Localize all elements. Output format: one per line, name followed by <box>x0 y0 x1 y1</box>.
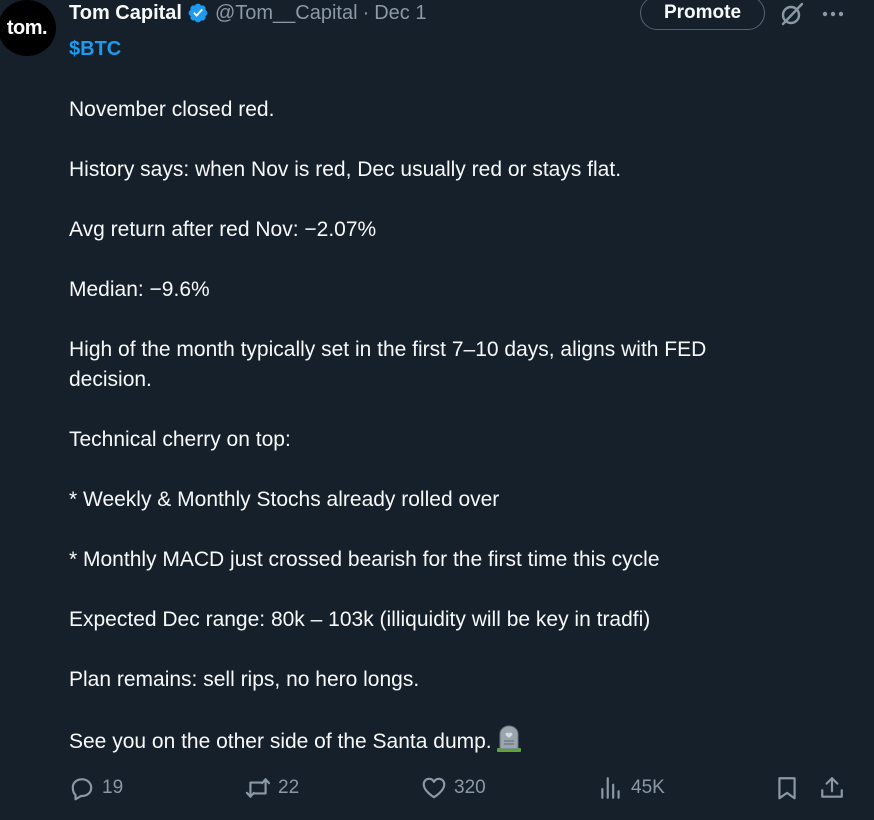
handle[interactable]: @Tom__Capital <box>215 2 358 25</box>
tweet-text-line: Technical cherry on top: <box>69 428 291 451</box>
like-button[interactable]: 320 <box>421 773 486 803</box>
avatar[interactable]: tom. <box>0 0 56 56</box>
tweet-text-line: Expected Dec range: 80k – 103k (illiquid… <box>69 608 651 631</box>
tweet-text-line: History says: when Nov is red, Dec usual… <box>69 158 622 181</box>
repost-count: 22 <box>278 777 300 798</box>
tweet-text-line: * Weekly & Monthly Stochs already rolled… <box>69 488 500 511</box>
tweet-text-line: November closed red. <box>69 98 275 121</box>
views-button[interactable]: 45K <box>598 773 665 803</box>
grok-icon[interactable] <box>779 1 805 27</box>
avatar-text: tom. <box>6 16 48 39</box>
promote-button[interactable]: Promote <box>640 0 765 30</box>
like-count: 320 <box>454 777 486 798</box>
tweet-text-last-line: See you on the other side of the Santa d… <box>69 725 829 757</box>
tweet-text-line: Plan remains: sell rips, no hero longs. <box>69 668 420 691</box>
tweet-text-line: decision. <box>69 368 152 391</box>
display-name[interactable]: Tom Capital <box>69 2 182 25</box>
share-button[interactable] <box>819 773 845 803</box>
views-count: 45K <box>631 777 665 798</box>
reply-icon <box>71 778 93 801</box>
share-icon <box>821 777 843 798</box>
repost-icon <box>245 778 271 798</box>
more-icon[interactable] <box>820 4 846 24</box>
tweet-text-line: Median: −9.6% <box>69 278 210 301</box>
repost-button[interactable]: 22 <box>245 773 299 803</box>
reply-count: 19 <box>102 777 124 798</box>
bookmark-icon <box>778 777 796 800</box>
headstone-emoji-icon <box>496 725 522 753</box>
separator-dot: · <box>362 1 370 24</box>
tweet-text-line: * Monthly MACD just crossed bearish for … <box>69 548 660 571</box>
bookmark-button[interactable] <box>774 773 800 803</box>
verified-badge-icon[interactable] <box>187 2 209 24</box>
tweet-text-line: See you on the other side of the Santa d… <box>69 730 492 753</box>
tweet-header: Tom Capital @Tom__Capital · Dec 1 <box>69 0 426 26</box>
cashtag-link[interactable]: $BTC <box>69 38 121 61</box>
reply-button[interactable]: 19 <box>69 773 123 803</box>
heart-icon <box>422 777 446 799</box>
tweet-text-line: High of the month typically set in the f… <box>69 338 707 361</box>
tweet-date[interactable]: Dec 1 <box>374 2 426 25</box>
tweet-text-line: Avg return after red Nov: −2.07% <box>69 218 377 241</box>
views-icon <box>601 777 620 799</box>
tweet-actions: 19 22 320 45K <box>0 773 874 805</box>
